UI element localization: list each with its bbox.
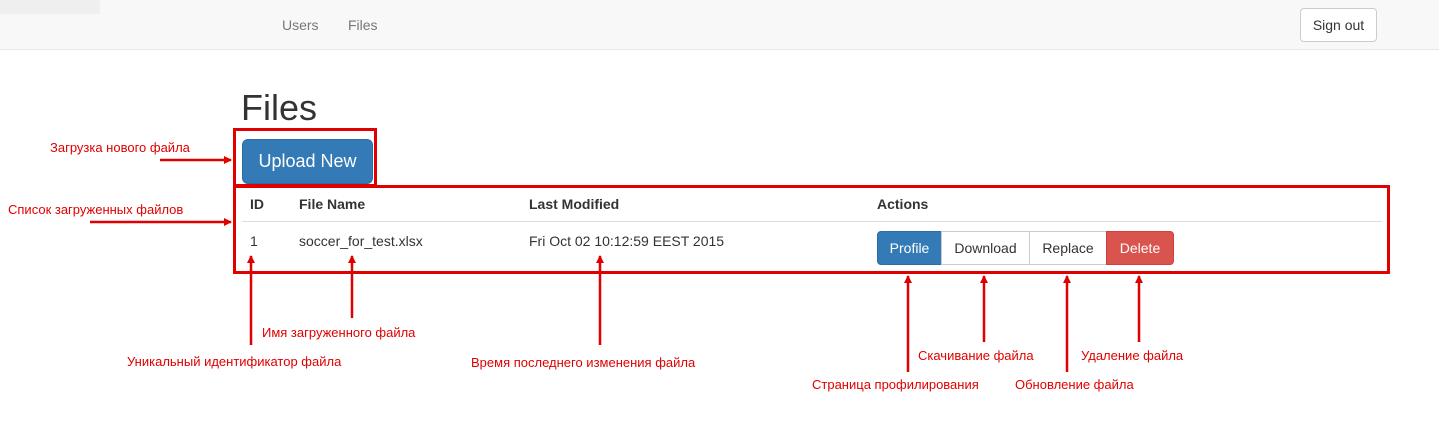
annotation-last-modified: Время последнего изменения файла bbox=[471, 355, 696, 370]
annotation-upload: Загрузка нового файла bbox=[50, 140, 190, 155]
annotation-profile: Страница профилирования bbox=[812, 377, 979, 392]
annotation-file-id: Уникальный идентификатор файла bbox=[127, 354, 342, 369]
annotation-delete: Удаление файла bbox=[1081, 348, 1184, 363]
annotation-file-list: Список загруженных файлов bbox=[8, 202, 184, 217]
annotation-file-name: Имя загруженного файла bbox=[262, 325, 416, 340]
annotation-replace: Обновление файла bbox=[1015, 377, 1134, 392]
annotation-download: Скачивание файла bbox=[918, 348, 1034, 363]
